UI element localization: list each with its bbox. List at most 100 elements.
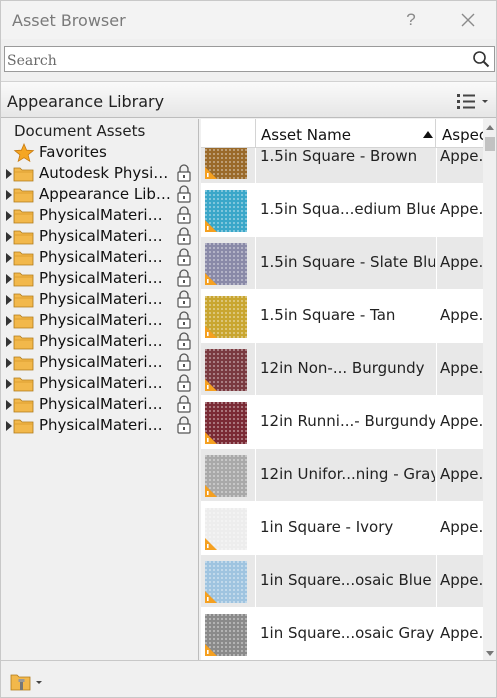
asset-row[interactable]: 1.5in Square - Slate Blue Appe... bbox=[201, 237, 488, 290]
folder-icon bbox=[13, 356, 34, 371]
asset-name: 1.5in Square - Tan bbox=[260, 306, 396, 324]
expand-arrow-icon[interactable] bbox=[6, 253, 12, 263]
lock-icon bbox=[177, 290, 191, 308]
asset-row[interactable]: 1in Square...osaic Gray Appe... bbox=[201, 608, 488, 660]
asset-name: 1in Square...osaic Blue bbox=[260, 571, 432, 589]
asset-row[interactable]: 12in Non-... Burgundy Appe... bbox=[201, 343, 488, 396]
expand-arrow-icon[interactable] bbox=[6, 190, 12, 200]
asset-aspect: Appe... bbox=[440, 306, 488, 324]
close-icon bbox=[461, 13, 475, 27]
asset-name: 12in Runni...- Burgundy bbox=[260, 412, 435, 430]
asset-name: 1.5in Squa...edium Blue bbox=[260, 200, 435, 218]
tree-item-favorites[interactable]: Favorites bbox=[1, 142, 198, 163]
material-swatch-icon bbox=[205, 508, 247, 550]
aspect-column-header[interactable]: Aspect bbox=[437, 119, 487, 148]
tree-item-label: Autodesk Physic... bbox=[39, 164, 171, 182]
asset-aspect: Appe... bbox=[440, 147, 488, 165]
asset-name: 1in Square - Ivory bbox=[260, 518, 394, 536]
scrollbar-thumb[interactable] bbox=[485, 137, 495, 151]
tree-item-library[interactable]: Appearance Libr... bbox=[1, 184, 198, 205]
asset-name-column-header[interactable]: Asset Name bbox=[256, 119, 436, 148]
lock-icon bbox=[177, 311, 191, 329]
asset-row[interactable]: 1in Square...osaic Blue Appe... bbox=[201, 555, 488, 608]
tree-item-library[interactable]: PhysicalMaterial... bbox=[1, 205, 198, 226]
tree-item-library[interactable]: PhysicalMaterial... bbox=[1, 247, 198, 268]
column-divider bbox=[436, 343, 437, 396]
grid-header: Asset Name Aspect bbox=[201, 119, 487, 148]
view-options-button[interactable] bbox=[455, 92, 491, 112]
asset-thumbnail-cell bbox=[201, 290, 256, 343]
folder-icon bbox=[13, 251, 34, 266]
folder-icon bbox=[13, 230, 34, 245]
lock-icon bbox=[177, 395, 191, 413]
lock-icon bbox=[177, 416, 191, 434]
tree-item-library[interactable]: PhysicalMaterial... bbox=[1, 289, 198, 310]
folder-icon bbox=[13, 335, 34, 350]
search-box bbox=[4, 46, 495, 72]
help-button[interactable]: ? bbox=[401, 8, 421, 32]
expand-arrow-icon[interactable] bbox=[6, 169, 12, 179]
asset-browser-window: Asset Browser ? Appearance Library Docum… bbox=[0, 0, 497, 698]
close-button[interactable] bbox=[456, 8, 480, 32]
asset-thumbnail-cell bbox=[201, 237, 256, 290]
lock-icon bbox=[177, 374, 191, 392]
asset-row[interactable]: 1.5in Squa...edium Blue Appe... bbox=[201, 184, 488, 237]
tree-item-library[interactable]: PhysicalMaterial... bbox=[1, 373, 198, 394]
tree-item-label: PhysicalMaterial... bbox=[39, 395, 171, 413]
material-swatch-icon bbox=[205, 190, 247, 232]
asset-row[interactable]: 12in Unifor...ning - Gray Appe... bbox=[201, 449, 488, 502]
scroll-up-arrow-icon[interactable] bbox=[486, 125, 494, 130]
tree-item-label: PhysicalMaterial... bbox=[39, 374, 171, 392]
tree-item-library[interactable]: Autodesk Physic... bbox=[1, 163, 198, 184]
expand-arrow-icon[interactable] bbox=[6, 295, 12, 305]
expand-arrow-icon[interactable] bbox=[6, 421, 12, 431]
tree-item-label: Appearance Libr... bbox=[39, 185, 171, 203]
asset-row[interactable]: 1in Square - Ivory Appe... bbox=[201, 502, 488, 555]
tree-item-library[interactable]: PhysicalMaterial... bbox=[1, 394, 198, 415]
column-divider bbox=[436, 237, 437, 290]
asset-thumbnail-cell bbox=[201, 343, 256, 396]
tree-item-library[interactable]: PhysicalMaterial... bbox=[1, 352, 198, 373]
thumbnail-column-header[interactable] bbox=[201, 119, 256, 148]
column-label: Asset Name bbox=[261, 126, 352, 144]
asset-thumbnail-cell bbox=[201, 555, 256, 608]
column-label: Aspect bbox=[442, 126, 487, 144]
search-input[interactable] bbox=[7, 49, 467, 69]
asset-row[interactable]: 12in Runni...- Burgundy Appe... bbox=[201, 396, 488, 449]
expand-arrow-icon[interactable] bbox=[6, 379, 12, 389]
expand-arrow-icon[interactable] bbox=[6, 274, 12, 284]
search-icon[interactable] bbox=[472, 50, 490, 68]
lock-icon bbox=[177, 227, 191, 245]
tree-item-library[interactable]: PhysicalMaterial... bbox=[1, 310, 198, 331]
tree-item-library[interactable]: PhysicalMaterial... bbox=[1, 226, 198, 247]
expand-arrow-icon[interactable] bbox=[6, 316, 12, 326]
asset-row[interactable]: 1.5in Square - Tan Appe... bbox=[201, 290, 488, 343]
asset-aspect: Appe... bbox=[440, 253, 488, 271]
column-divider bbox=[436, 396, 437, 449]
tree-item-library[interactable]: PhysicalMaterial... bbox=[1, 268, 198, 289]
tree-item-label: PhysicalMaterial... bbox=[39, 269, 171, 287]
expand-arrow-icon[interactable] bbox=[6, 337, 12, 347]
tree-item-library[interactable]: PhysicalMaterial... bbox=[1, 331, 198, 352]
expand-arrow-icon[interactable] bbox=[6, 211, 12, 221]
asset-name: 1.5in Square - Brown bbox=[260, 147, 418, 165]
list-view-icon bbox=[457, 94, 488, 109]
expand-arrow-icon[interactable] bbox=[6, 400, 12, 410]
tree-item-label: PhysicalMaterial... bbox=[39, 206, 171, 224]
tree-item-library[interactable]: PhysicalMaterial... bbox=[1, 415, 198, 436]
vertical-scrollbar[interactable] bbox=[483, 119, 496, 660]
tree-item-label: PhysicalMaterial... bbox=[39, 227, 171, 245]
material-swatch-icon bbox=[205, 561, 247, 603]
manage-library-button[interactable] bbox=[9, 671, 45, 693]
folder-icon bbox=[13, 272, 34, 287]
library-tree: Document Assets Favorites Autodesk Physi… bbox=[1, 119, 199, 660]
lock-icon bbox=[177, 206, 191, 224]
expand-arrow-icon[interactable] bbox=[6, 358, 12, 368]
asset-aspect: Appe... bbox=[440, 624, 488, 642]
tree-item-document-assets[interactable]: Document Assets bbox=[1, 121, 198, 142]
expand-arrow-icon[interactable] bbox=[6, 232, 12, 242]
tree-item-label: PhysicalMaterial... bbox=[39, 248, 171, 266]
scroll-down-arrow-icon[interactable] bbox=[486, 651, 494, 656]
library-title: Appearance Library bbox=[7, 92, 165, 111]
library-folder-icon bbox=[10, 674, 42, 691]
